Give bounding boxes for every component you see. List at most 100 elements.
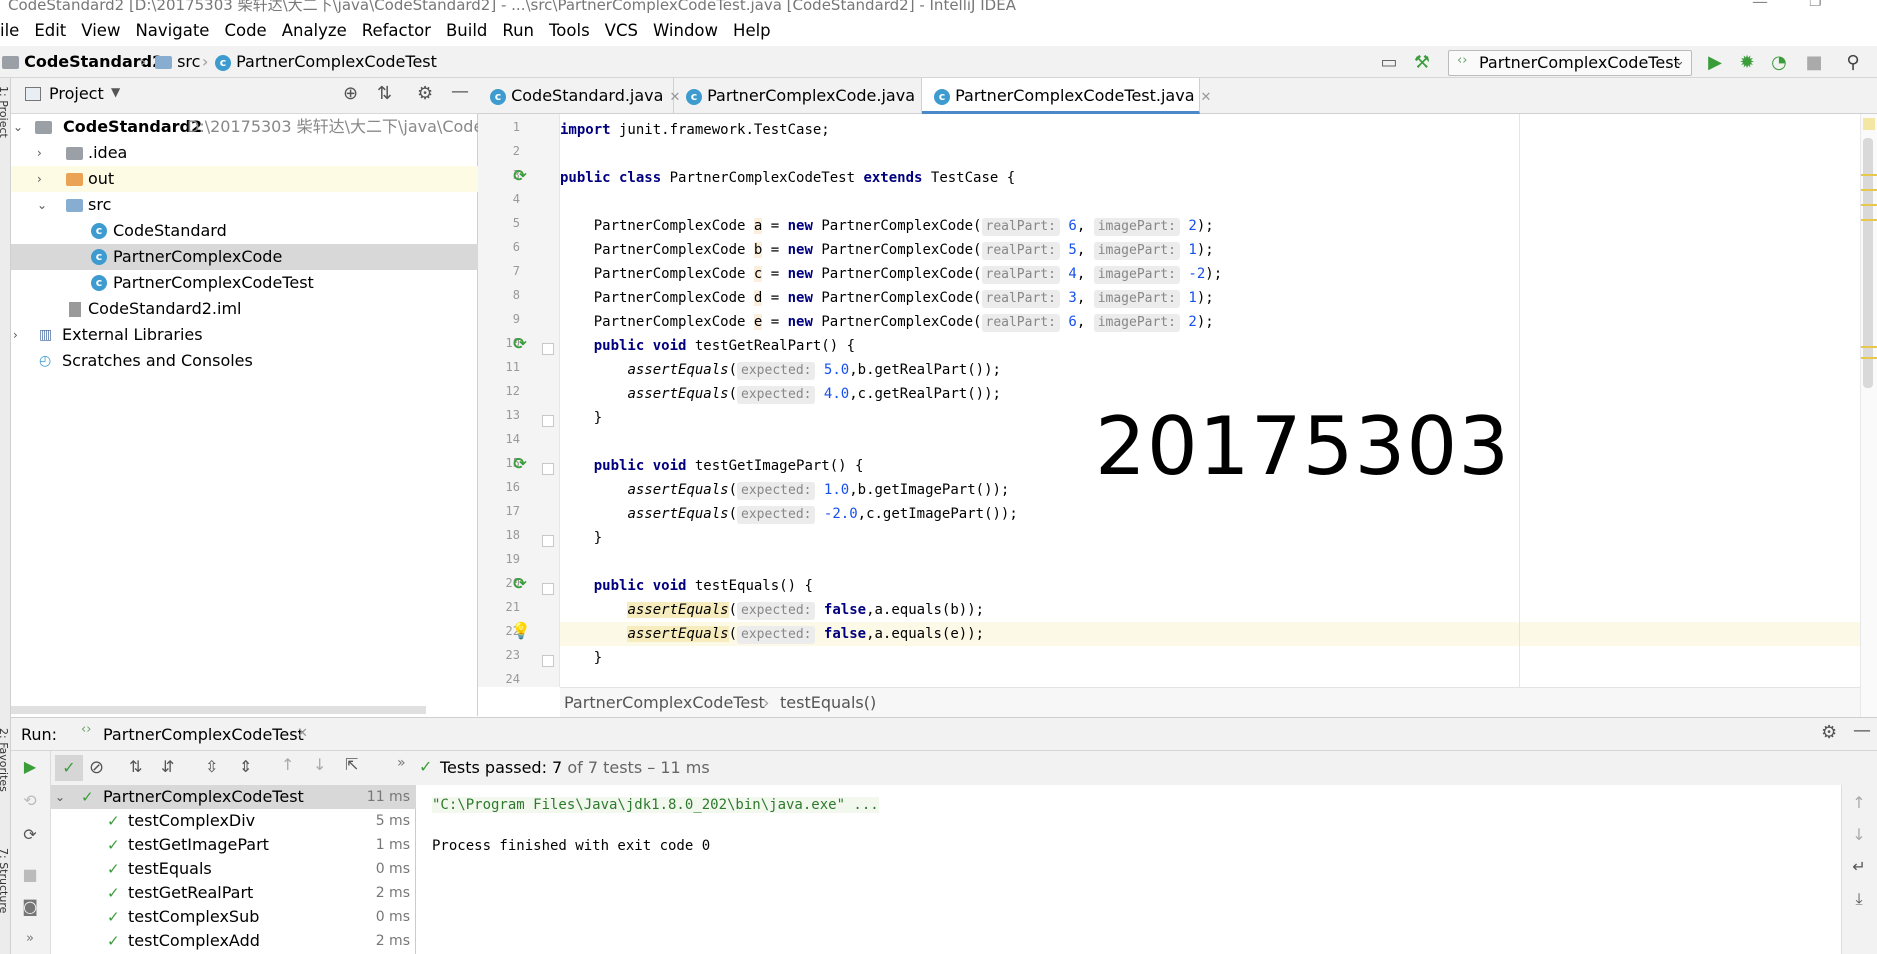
stop-icon[interactable]: ■ (19, 865, 41, 884)
menu-help[interactable]: Help (733, 21, 771, 40)
menu-view[interactable]: View (81, 21, 120, 40)
run-config-dropdown[interactable]: ‹› PartnerComplexCodeTest ⌄ (1448, 50, 1692, 76)
horizontal-scrollbar[interactable] (11, 706, 426, 714)
arrow-up-icon[interactable]: ↑ (1848, 793, 1870, 812)
menu-refactor[interactable]: Refactor (362, 21, 431, 40)
structure-strip-tab[interactable]: 7: Structure (0, 848, 10, 913)
run-tab-label[interactable]: PartnerComplexCodeTest (103, 725, 304, 744)
project-strip-tab[interactable]: 1: Project (0, 86, 10, 138)
run-icon[interactable]: ▶ (1704, 52, 1726, 74)
menu-window[interactable]: Window (653, 21, 718, 40)
fold-icon[interactable] (542, 535, 554, 547)
run-test-gutter-icon[interactable]: ⟳ (511, 575, 529, 593)
menu-analyze[interactable]: Analyze (282, 21, 347, 40)
expand-all-icon[interactable]: ⇳ (205, 757, 218, 776)
tree-item-scratches[interactable]: ◴ Scratches and Consoles (11, 348, 478, 374)
arrow-down-icon[interactable]: ↓ (1848, 825, 1870, 844)
menu-edit[interactable]: Edit (34, 21, 66, 40)
test-row-root[interactable]: ⌄ ✓ PartnerComplexCodeTest 11 ms (51, 785, 416, 809)
export-icon[interactable]: ⇱ (345, 755, 358, 774)
tree-item-idea[interactable]: › .idea (11, 140, 478, 166)
close-icon[interactable]: ✕ (1201, 90, 1212, 105)
arrow-down-icon[interactable]: ↓ (313, 755, 326, 774)
chevron-right-icon[interactable]: › (13, 322, 18, 348)
favorites-strip-tab[interactable]: 2: Favorites (0, 728, 10, 792)
sort-alpha-icon[interactable]: ⇅ (129, 757, 142, 776)
fold-icon[interactable] (542, 415, 554, 427)
chevron-down-icon[interactable]: ⌄ (37, 192, 47, 218)
tree-item-partnercomplexcodetest[interactable]: c PartnerComplexCodeTest (11, 270, 478, 296)
locate-icon[interactable]: ⊕ (343, 83, 358, 104)
gear-icon[interactable]: ⚙ (417, 83, 433, 104)
menu-file[interactable]: ile (0, 21, 19, 40)
toggle-auto-test-icon[interactable]: ⟳ (19, 825, 41, 844)
debug-icon[interactable]: ✹ (1736, 52, 1758, 74)
chevron-right-icon[interactable]: › (37, 140, 42, 166)
breadcrumb-method[interactable]: testEquals() (780, 688, 876, 718)
tab-partnercomplexcodetest[interactable]: c PartnerComplexCodeTest.java ✕ (922, 78, 1211, 114)
inspection-status-icon[interactable] (1863, 118, 1875, 130)
tab-partnercomplexcode[interactable]: c PartnerComplexCode.java✕ (674, 78, 932, 114)
project-structure-icon[interactable]: ▭ (1378, 52, 1400, 74)
menu-tools[interactable]: Tools (549, 21, 590, 40)
arrow-up-icon[interactable]: ↑ (281, 755, 294, 774)
show-passed-icon[interactable]: ✓ (55, 755, 83, 781)
project-panel-title[interactable]: Project (49, 84, 104, 103)
test-row[interactable]: ✓ testGetImagePart 1 ms (51, 833, 416, 857)
minimize-icon[interactable]: — (1752, 0, 1768, 11)
show-ignored-icon[interactable]: ⊘ (89, 757, 104, 778)
chevron-down-icon[interactable]: ⌄ (13, 114, 23, 140)
search-icon[interactable]: ⚲ (1842, 52, 1864, 74)
menu-code[interactable]: Code (224, 21, 266, 40)
tree-item-external-libraries[interactable]: › ▥ External Libraries (11, 322, 478, 348)
console-output[interactable]: "C:\Program Files\Java\jdk1.8.0_202\bin\… (416, 785, 1841, 954)
fold-icon[interactable] (542, 655, 554, 667)
tree-item-iml[interactable]: CodeStandard2.iml (11, 296, 478, 322)
menu-build[interactable]: Build (446, 21, 487, 40)
nav-file-crumb[interactable]: c PartnerComplexCodeTest (215, 52, 437, 71)
build-hammer-icon[interactable]: ⚒ (1411, 52, 1433, 74)
camera-icon[interactable]: ◙ (19, 897, 41, 916)
fold-icon[interactable] (542, 463, 554, 475)
test-row[interactable]: ✓ testComplexDiv 5 ms (51, 809, 416, 833)
gear-icon[interactable]: ⚙ (1821, 722, 1837, 743)
tree-item-codestandard[interactable]: c CodeStandard (11, 218, 478, 244)
maximize-icon[interactable]: ❐ (1809, 0, 1822, 10)
lightbulb-icon[interactable]: 💡 (511, 622, 531, 640)
tree-item-partnercomplexcode[interactable]: c PartnerComplexCode (11, 244, 478, 270)
tab-codestandard[interactable]: c CodeStandard.java ✕ (478, 78, 680, 114)
stop-icon[interactable]: ■ (1803, 52, 1825, 74)
tree-item-src[interactable]: ⌄ src (11, 192, 478, 218)
breadcrumb-class[interactable]: PartnerComplexCodeTest (564, 688, 765, 718)
sort-duration-icon[interactable]: ⇵ (161, 757, 174, 776)
menu-navigate[interactable]: Navigate (135, 21, 209, 40)
run-test-gutter-icon[interactable]: ⟳ (511, 455, 529, 473)
nav-src-crumb[interactable]: src (155, 52, 200, 71)
hide-panel-icon[interactable]: — (1853, 720, 1871, 741)
editor-error-stripe[interactable] (1860, 114, 1877, 717)
chevron-right-icon[interactable]: › (37, 166, 42, 192)
close-icon[interactable]: ✕ (297, 726, 308, 741)
run-test-gutter-icon[interactable]: ⟳ (511, 167, 529, 185)
test-row[interactable]: ✓ testComplexAdd 2 ms (51, 929, 416, 953)
rerun-failed-icon[interactable]: ⟲ (19, 791, 41, 810)
tree-root[interactable]: ⌄ CodeStandard2 D:\20175303 柴轩达\大二下\java… (11, 114, 478, 140)
more-icon[interactable]: » (397, 755, 406, 771)
more-icon[interactable]: » (19, 931, 41, 946)
test-row[interactable]: ✓ testComplexSub 0 ms (51, 905, 416, 929)
test-row[interactable]: ✓ testGetRealPart 2 ms (51, 881, 416, 905)
fold-icon[interactable] (542, 343, 554, 355)
collapse-all-icon[interactable]: ⇅ (377, 83, 392, 104)
chevron-down-icon[interactable]: ⌄ (55, 785, 65, 809)
chevron-down-icon[interactable]: ▼ (111, 85, 120, 99)
tree-item-out[interactable]: › out (11, 166, 478, 192)
run-test-gutter-icon[interactable]: ⟳ (511, 335, 529, 353)
hide-panel-icon[interactable]: — (451, 81, 469, 102)
soft-wrap-icon[interactable]: ↵ (1848, 857, 1870, 876)
scroll-to-end-icon[interactable]: ⤓ (1848, 889, 1870, 909)
rerun-icon[interactable]: ▶ (19, 757, 41, 776)
menu-vcs[interactable]: VCS (605, 21, 638, 40)
fold-icon[interactable] (542, 583, 554, 595)
coverage-icon[interactable]: ◔ (1768, 52, 1790, 74)
collapse-all-icon[interactable]: ⇕ (239, 757, 252, 776)
